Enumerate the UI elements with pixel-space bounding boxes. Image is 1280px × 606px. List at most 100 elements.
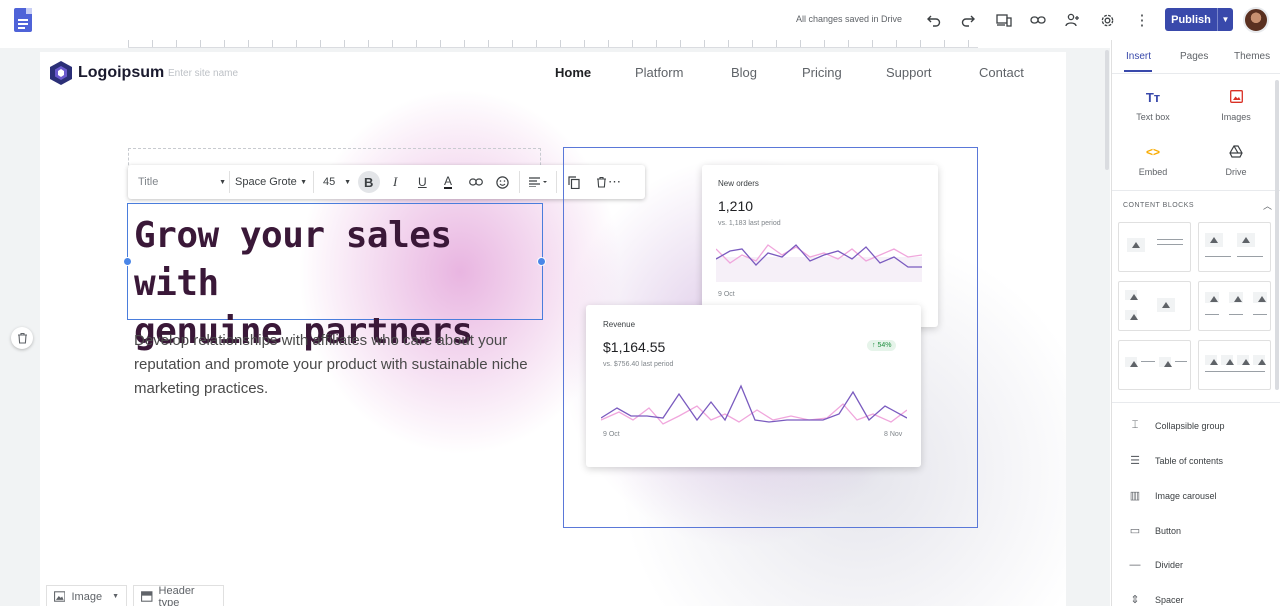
tab-insert[interactable]: Insert [1126, 51, 1151, 62]
insert-embed[interactable]: <> Embed [1123, 145, 1183, 177]
redo-icon[interactable] [958, 10, 978, 30]
insert-divider[interactable]: — Divider [1129, 559, 1183, 571]
publish-label[interactable]: Publish [1165, 8, 1217, 31]
content-block-5[interactable] [1118, 340, 1191, 390]
insert-link-icon[interactable] [469, 165, 483, 199]
chevron-up-icon[interactable]: ︿ [1263, 199, 1272, 212]
image-carousel-label: Image carousel [1155, 491, 1217, 501]
revenue-growth-badge: ↑ 54% [867, 340, 896, 351]
revenue-card-value: $1,164.55 [603, 339, 665, 355]
button-label: Button [1155, 526, 1181, 536]
orders-card-subtext: vs. 1,183 last period [718, 220, 781, 227]
panel-scrollbar[interactable] [1275, 80, 1279, 390]
insert-images[interactable]: Images [1206, 90, 1266, 122]
content-block-6[interactable] [1198, 340, 1271, 390]
nav-blog[interactable]: Blog [731, 65, 757, 80]
tab-themes[interactable]: Themes [1234, 51, 1270, 62]
preview-devices-icon[interactable] [994, 10, 1014, 30]
nav-platform[interactable]: Platform [635, 65, 683, 80]
active-tab-indicator [1124, 70, 1152, 72]
canvas-scrollbar[interactable] [1105, 50, 1109, 170]
share-add-person-icon[interactable] [1062, 10, 1082, 30]
publish-dropdown-icon[interactable]: ▼ [1217, 8, 1233, 31]
hero-subtext[interactable]: Develop relationships with affiliates wh… [134, 329, 534, 401]
nav-home[interactable]: Home [555, 65, 591, 80]
publish-button[interactable]: Publish ▼ [1165, 8, 1233, 31]
top-bar: All changes saved in Drive ⋮ Publish ▼ [0, 0, 1280, 40]
content-block-4[interactable] [1198, 281, 1271, 331]
delete-section-icon[interactable] [11, 327, 33, 349]
text-align-icon[interactable] [528, 165, 548, 199]
insert-embed-label: Embed [1139, 167, 1168, 177]
site-name-input[interactable]: Enter site name [168, 68, 238, 79]
insert-button[interactable]: ▭ Button [1129, 524, 1181, 537]
image-chip-label: Image [71, 591, 102, 603]
hero-heading-line-1: Grow your sales with [134, 212, 554, 308]
header-type-icon [141, 591, 153, 602]
paragraph-style-select[interactable]: Title ▼ [138, 165, 226, 199]
avatar[interactable] [1243, 7, 1269, 33]
header-type-chip[interactable]: Header type [133, 585, 224, 606]
content-blocks-title: CONTENT BLOCKS [1123, 202, 1194, 209]
orders-card: New orders 1,210 vs. 1,183 last period 9… [702, 165, 938, 327]
insert-collapsible-group[interactable]: ⌶ Collapsible group [1129, 419, 1225, 432]
content-block-1[interactable] [1118, 222, 1191, 272]
chevron-down-icon: ▼ [112, 593, 119, 600]
resize-handle-left[interactable] [123, 257, 132, 266]
content-block-2[interactable] [1198, 222, 1271, 272]
insert-images-label: Images [1221, 112, 1251, 122]
orders-card-date: 9 Oct [718, 291, 735, 298]
chevron-down-icon: ▼ [219, 179, 226, 186]
site-page: Logoipsum Enter site name Home Platform … [40, 52, 1066, 606]
text-box-icon: Tт [1123, 90, 1183, 106]
content-block-3[interactable] [1118, 281, 1191, 331]
nav-pricing[interactable]: Pricing [802, 65, 842, 80]
insert-drive[interactable]: Drive [1206, 145, 1266, 177]
insert-panel: Insert Pages Themes Tт Text box Images <… [1111, 40, 1280, 606]
insert-image-carousel[interactable]: ▥ Image carousel [1129, 489, 1217, 502]
font-size-select[interactable]: 45 ▼ [323, 165, 351, 199]
settings-gear-icon[interactable] [1097, 10, 1117, 30]
italic-icon[interactable]: I [393, 165, 397, 199]
text-color-icon[interactable]: A [444, 165, 452, 199]
insert-text-box[interactable]: Tт Text box [1123, 90, 1183, 122]
tab-pages[interactable]: Pages [1180, 51, 1208, 62]
orders-card-value: 1,210 [718, 198, 753, 214]
emoji-icon[interactable] [496, 165, 509, 199]
revenue-sparkline [601, 380, 907, 430]
bold-icon[interactable]: B [364, 165, 373, 199]
embed-code-icon: <> [1123, 145, 1183, 161]
image-chip[interactable]: Image ▼ [46, 585, 127, 606]
image-carousel-icon: ▥ [1129, 489, 1141, 502]
insert-drive-label: Drive [1225, 167, 1246, 177]
arrow-up-icon: ↑ [872, 342, 876, 349]
revenue-growth-value: 54% [877, 342, 891, 349]
link-icon[interactable] [1028, 10, 1048, 30]
revenue-card: Revenue $1,164.55 vs. $756.40 last perio… [586, 305, 921, 467]
site-logo-icon[interactable] [49, 60, 73, 86]
spacer-icon: ⇕ [1129, 593, 1141, 606]
more-vert-icon[interactable]: ⋮ [1132, 10, 1152, 30]
undo-icon[interactable] [924, 10, 944, 30]
nav-support[interactable]: Support [886, 65, 932, 80]
orders-card-title: New orders [718, 179, 759, 188]
insert-text-box-label: Text box [1136, 112, 1170, 122]
underline-icon[interactable]: U [418, 165, 427, 199]
revenue-card-date-end: 8 Nov [884, 431, 902, 438]
collapsible-group-icon: ⌶ [1129, 419, 1141, 432]
font-family-select[interactable]: Space Grote ▼ [235, 165, 307, 199]
images-icon [1206, 90, 1266, 106]
sites-logo-icon[interactable] [14, 8, 32, 32]
insert-spacer[interactable]: ⇕ Spacer [1129, 593, 1184, 606]
revenue-card-date-start: 9 Oct [603, 431, 620, 438]
save-status: All changes saved in Drive [796, 14, 902, 24]
revenue-card-subtext: vs. $756.40 last period [603, 361, 673, 368]
insert-table-of-contents[interactable]: ☰ Table of contents [1129, 454, 1223, 467]
chevron-down-icon: ▼ [344, 179, 351, 186]
table-of-contents-icon: ☰ [1129, 454, 1141, 467]
font-family-value: Space Grote [235, 176, 297, 188]
ruler [128, 40, 978, 48]
nav-contact[interactable]: Contact [979, 65, 1024, 80]
site-name[interactable]: Logoipsum [78, 64, 164, 82]
collapsible-group-label: Collapsible group [1155, 421, 1225, 431]
